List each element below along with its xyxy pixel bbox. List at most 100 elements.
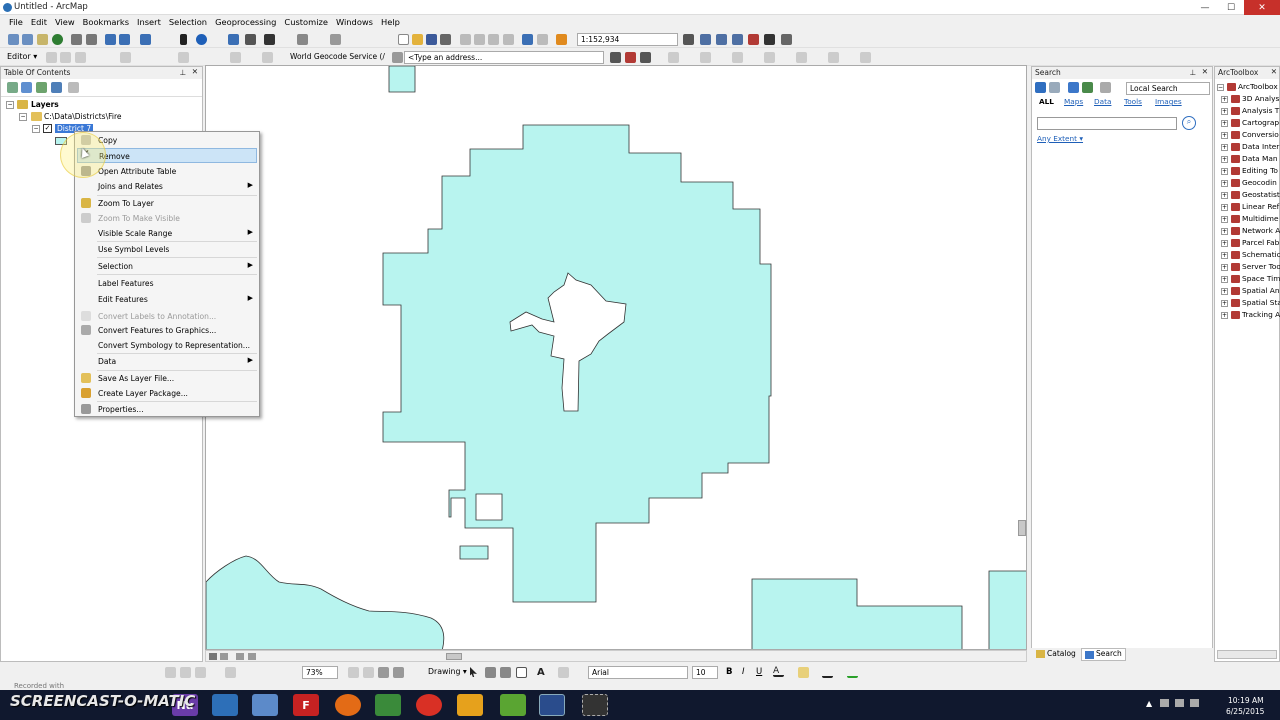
toolbox-item[interactable]: + Geostatist [1221, 190, 1280, 202]
toolbox-item[interactable]: + Analysis T [1221, 106, 1279, 118]
time-slider-icon[interactable] [297, 34, 308, 45]
menu-item-save-as-layer-file[interactable]: Save As Layer File... [77, 371, 257, 386]
measure-icon[interactable] [245, 34, 256, 45]
open-icon[interactable] [412, 34, 423, 45]
list-by-selection-icon[interactable] [51, 82, 62, 93]
toolbox-item[interactable]: + Server Too [1221, 262, 1280, 274]
georef-icon[interactable] [796, 52, 807, 63]
search-scope-select[interactable]: Local Search [1126, 82, 1210, 95]
menu-help[interactable]: Help [377, 17, 404, 30]
forward-extent-icon[interactable] [119, 34, 130, 45]
bold-button[interactable]: B [726, 667, 732, 677]
screen-capture-taskbar-icon[interactable] [582, 694, 608, 716]
drawing-menu[interactable]: Drawing ▾ [428, 667, 467, 676]
toolbox-item[interactable]: + Schematic [1221, 250, 1280, 262]
menu-windows[interactable]: Windows [332, 17, 377, 30]
search-back-icon[interactable] [1035, 82, 1046, 93]
save-icon[interactable] [426, 34, 437, 45]
network-icon[interactable] [1160, 699, 1169, 707]
zoom-to-address-icon[interactable] [610, 52, 621, 63]
full-extent-icon[interactable] [52, 34, 63, 45]
toc-options-icon[interactable] [68, 82, 79, 93]
menu-item-edit-features[interactable]: Edit Features ▶ [77, 292, 257, 307]
select-features-icon[interactable] [140, 34, 151, 45]
list-by-visibility-icon[interactable] [36, 82, 47, 93]
font-color-icon[interactable]: A [773, 666, 784, 677]
fill-color-icon[interactable] [798, 667, 809, 678]
italic-button[interactable]: I [742, 667, 745, 677]
toolbox-item[interactable]: + Linear Ref [1221, 202, 1279, 214]
fixed-zoom-in-icon[interactable] [71, 34, 82, 45]
toggle-draft-icon[interactable] [348, 667, 359, 678]
menu-item-convert-symbology-to-representation[interactable]: Convert Symbology to Representation... [77, 338, 257, 353]
layout-zoom-combo[interactable]: 73% [302, 666, 338, 679]
underline-button[interactable]: U [756, 667, 762, 677]
font-size-combo[interactable]: 10 [692, 666, 718, 679]
find-icon[interactable] [264, 34, 275, 45]
editor-toolbar-icon[interactable] [683, 34, 694, 45]
close-button[interactable]: ✕ [1244, 0, 1280, 15]
flag-icon[interactable] [1190, 699, 1199, 707]
snapping-end-icon[interactable] [700, 52, 711, 63]
maximize-button[interactable]: ☐ [1218, 0, 1244, 15]
viewer-icon[interactable] [330, 34, 341, 45]
add-data-icon[interactable] [556, 34, 567, 45]
data-view-icon[interactable] [209, 653, 217, 660]
toolbox-item[interactable]: + Tracking A [1221, 310, 1280, 322]
search-tab-all[interactable]: ALL [1039, 97, 1054, 106]
undo-icon[interactable] [522, 34, 533, 45]
reshape-icon[interactable] [120, 52, 131, 63]
print-icon[interactable] [440, 34, 451, 45]
menu-selection[interactable]: Selection [165, 17, 211, 30]
notepad-taskbar-icon[interactable] [252, 694, 278, 716]
toolbox-item[interactable]: + Multidime [1221, 214, 1279, 226]
search-tab-maps[interactable]: Maps [1064, 97, 1083, 106]
map-display[interactable] [205, 65, 1027, 650]
identify-icon[interactable] [196, 34, 207, 45]
toolbox-item[interactable]: + Geocodin [1221, 178, 1277, 190]
toolbox-item[interactable]: + Space Tim [1221, 274, 1280, 286]
arctoolbox-window-icon[interactable] [748, 34, 759, 45]
geocode-service-combo[interactable]: World Geocode Service (/ [287, 51, 385, 64]
fixed-zoom-out-icon[interactable] [86, 34, 97, 45]
menu-item-data[interactable]: Data ▶ [77, 354, 257, 369]
html-popup-icon[interactable] [228, 34, 239, 45]
search-tab-images[interactable]: Images [1155, 97, 1182, 106]
snapping-vertex-icon[interactable] [732, 52, 743, 63]
toolbox-item[interactable]: + Data Man [1221, 154, 1278, 166]
menu-view[interactable]: View [51, 17, 79, 30]
zoom-to-selected-icon[interactable] [500, 667, 511, 678]
layer-collapse-toggle[interactable]: − [32, 125, 40, 133]
toolbox-item[interactable]: + Network A [1221, 226, 1280, 238]
map-scale-combo[interactable]: 1:152,934 [577, 33, 678, 46]
straight-segment-icon[interactable] [75, 52, 86, 63]
copy-toolbar-icon[interactable] [474, 34, 485, 45]
editor-menu[interactable]: Editor ▾ [4, 51, 40, 64]
arctoolbox-root[interactable]: − ArcToolbox [1217, 82, 1278, 94]
toolbox-item[interactable]: + Spatial An [1221, 286, 1280, 298]
search-options-icon[interactable] [1100, 82, 1111, 93]
toolbox-item[interactable]: + Data Inter [1221, 142, 1279, 154]
search-tab-tools[interactable]: Tools [1124, 97, 1142, 106]
menu-item-visible-scale-range[interactable]: Visible Scale Range ▶ [77, 226, 257, 241]
catalog-tab[interactable]: Catalog [1047, 649, 1076, 658]
arctoolbox-close-icon[interactable]: ✕ [1271, 67, 1277, 76]
cut-icon[interactable] [460, 34, 471, 45]
toolbox-item[interactable]: + Parcel Fab [1221, 238, 1279, 250]
sketch-properties-icon[interactable] [262, 52, 273, 63]
list-by-drawing-order-icon[interactable] [7, 82, 18, 93]
firefox-taskbar-icon[interactable] [335, 694, 361, 716]
search-pin-icon[interactable]: ⊥ [1189, 68, 1196, 77]
outlook-taskbar-icon[interactable] [457, 694, 483, 716]
new-document-icon[interactable] [398, 34, 409, 45]
menu-bookmarks[interactable]: Bookmarks [79, 17, 133, 30]
menu-geoprocessing[interactable]: Geoprocessing [211, 17, 280, 30]
address-input[interactable]: <Type an address... [404, 51, 604, 64]
georef-table-icon[interactable] [860, 52, 871, 63]
search-window-icon[interactable] [732, 34, 743, 45]
arcmap-taskbar-icon[interactable] [539, 694, 565, 716]
georef-link-icon[interactable] [828, 52, 839, 63]
rotate-icon[interactable] [485, 667, 496, 678]
model-builder-icon[interactable] [781, 34, 792, 45]
pan-icon[interactable] [37, 34, 48, 45]
